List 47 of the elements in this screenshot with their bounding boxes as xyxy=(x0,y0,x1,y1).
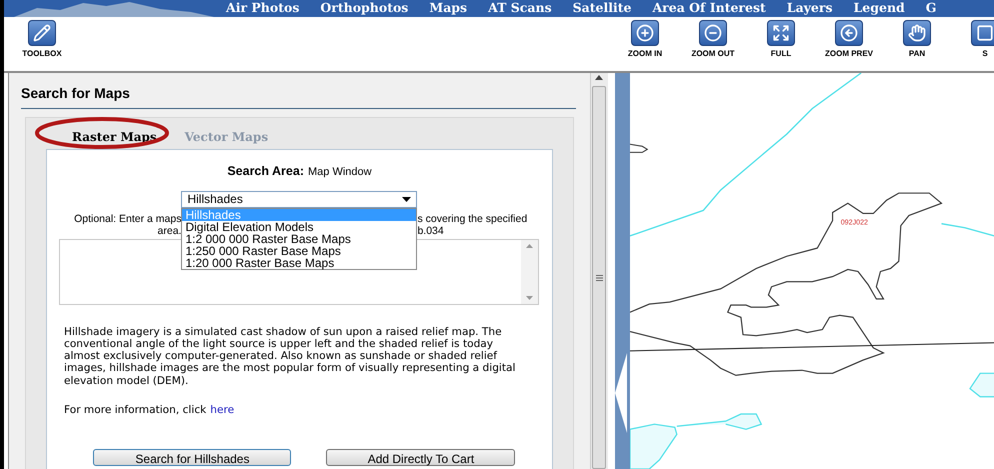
tool-label: PAN xyxy=(908,48,926,60)
optional-text: Optional: Enter a maps xyxy=(73,212,182,225)
search-area-value: Map Window xyxy=(308,165,372,180)
nav-link[interactable]: Orthophotos xyxy=(320,0,408,18)
dropdown-option[interactable]: 1:2 000 000 Raster Base Maps xyxy=(182,232,416,245)
nav-link[interactable]: Area Of Interest xyxy=(652,0,766,18)
nav-link[interactable]: G xyxy=(926,0,936,18)
panel-title: Search for Maps xyxy=(21,83,576,109)
action-button[interactable]: Add Directly To Cart xyxy=(326,448,516,466)
scroll-up-icon[interactable] xyxy=(595,75,604,80)
optional-text: area. xyxy=(156,224,182,237)
scroll-thumb[interactable] xyxy=(592,86,606,469)
map-sheet-label: 092J022 xyxy=(840,218,868,227)
nav-link[interactable]: Satellite xyxy=(572,0,632,18)
zoom-in-icon[interactable] xyxy=(631,20,659,46)
tool-label: ZOOM PREV xyxy=(824,48,873,60)
dropdown-option[interactable]: 1:250 000 Raster Base Maps xyxy=(182,244,416,257)
collapse-arrow-icon[interactable] xyxy=(614,353,627,433)
description-text: Hillshade imagery is a simulated cast shadow of sun upon a raised relief map. The conventional angle of the light source is upper left and the shaded relief is today almost exclusively computer-generated. Also known as sunshade or shaded relief images, hillshade images are the most popular form of visually representing a digital elevation model (DEM). xyxy=(64,326,516,387)
tool-label: TOOLBOX xyxy=(22,48,62,60)
map-type-dropdown[interactable]: Hillshades xyxy=(181,190,418,208)
here-link[interactable]: here xyxy=(210,402,234,419)
dropdown-option[interactable]: 1:20 000 Raster Base Maps xyxy=(182,256,416,269)
search-area-label: Search Area: xyxy=(227,163,304,180)
expand-icon[interactable] xyxy=(767,20,795,46)
nav-link[interactable]: Legend xyxy=(854,0,905,18)
dropdown-option[interactable]: Digital Elevation Models xyxy=(182,220,416,233)
nav-link[interactable]: Air Photos xyxy=(226,0,300,18)
nav-link[interactable]: AT Scans xyxy=(488,0,552,18)
hand-icon[interactable] xyxy=(903,20,931,46)
tool-label: FULL xyxy=(770,48,792,60)
optional-text: b.034 xyxy=(417,224,445,237)
square-icon[interactable] xyxy=(971,20,994,46)
more-info-text: For more information, click xyxy=(64,402,206,418)
action-button[interactable]: Search for Hillshades xyxy=(93,448,292,466)
optional-text: s covering the specified xyxy=(417,212,528,225)
caret-icon xyxy=(402,196,412,202)
tool-label: ZOOM IN xyxy=(628,48,662,60)
nav-link[interactable]: Layers xyxy=(786,0,833,18)
panel-scrollbar[interactable] xyxy=(590,73,608,469)
tool-label: S xyxy=(982,48,988,60)
nav-link[interactable]: Maps xyxy=(429,0,468,18)
tool-label: ZOOM OUT xyxy=(691,48,735,60)
pencil-icon[interactable] xyxy=(28,20,56,46)
zoom-out-icon[interactable] xyxy=(699,20,727,46)
scroll-down-icon[interactable] xyxy=(526,296,534,300)
grip-icon xyxy=(596,274,603,280)
